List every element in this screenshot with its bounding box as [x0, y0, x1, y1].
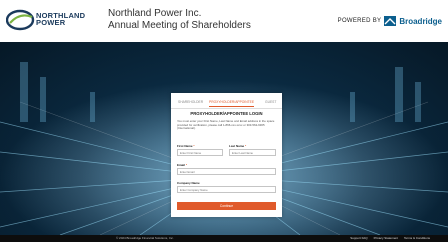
tab-shareholder[interactable]: SHAREHOLDER: [178, 100, 203, 105]
email-label: Email *: [177, 163, 187, 167]
powered-by-label: POWERED BY: [337, 18, 382, 24]
footer-link-privacy[interactable]: Privacy Statement: [374, 235, 398, 242]
required-mark: *: [245, 144, 247, 148]
northland-power-logo: NORTHLAND POWER: [6, 8, 106, 32]
email-input[interactable]: [177, 168, 276, 175]
required-mark: *: [185, 163, 188, 167]
meeting-title-block: Northland Power Inc. Annual Meeting of S…: [108, 8, 251, 32]
last-name-input[interactable]: [229, 149, 276, 156]
powered-by-broadridge: POWERED BY Broadridge: [338, 14, 442, 28]
required-mark: *: [193, 144, 195, 148]
company-name-label: Company Name: [177, 181, 200, 185]
continue-button[interactable]: Continue: [177, 202, 276, 210]
footer-link-support[interactable]: Support FAQ: [350, 235, 367, 242]
login-tabs: SHAREHOLDER PROXYHOLDER/APPOINTEE GUEST: [171, 100, 282, 109]
login-card: SHAREHOLDER PROXYHOLDER/APPOINTEE GUEST …: [171, 93, 282, 217]
logo-line-2: POWER: [36, 18, 66, 27]
company-name-input[interactable]: [177, 186, 276, 193]
first-name-label-text: First Name: [177, 144, 193, 148]
login-title: PROXYHOLDER/APPOINTEE LOGIN: [190, 111, 263, 116]
footer-link-terms[interactable]: Terms & Conditions: [404, 235, 430, 242]
tab-proxyholder[interactable]: PROXYHOLDER/APPOINTEE: [209, 100, 255, 107]
broadridge-icon: [384, 16, 397, 26]
meeting-name: Annual Meeting of Shareholders: [108, 20, 251, 31]
company-name: Northland Power Inc.: [108, 8, 202, 19]
logo-wordmark: NORTHLAND POWER: [36, 12, 85, 27]
footer-links: Support FAQ Privacy Statement Terms & Co…: [350, 235, 430, 242]
email-label-text: Email: [177, 163, 186, 167]
login-description: You must enter your First Name, Last Nam…: [177, 119, 275, 131]
northland-swoosh-icon: [6, 9, 35, 31]
background-image: SHAREHOLDER PROXYHOLDER/APPOINTEE GUEST …: [0, 42, 448, 235]
header: NORTHLAND POWER Northland Power Inc. Ann…: [0, 0, 448, 42]
broadridge-name: Broadridge: [399, 16, 442, 26]
last-name-label-text: Last Name: [229, 144, 245, 148]
copyright: © 2024 Broadridge Financial Solutions, I…: [116, 236, 174, 240]
last-name-label: Last Name *: [229, 144, 246, 148]
first-name-input[interactable]: [177, 149, 223, 156]
tab-guest[interactable]: GUEST: [265, 100, 276, 105]
footer: © 2024 Broadridge Financial Solutions, I…: [0, 235, 448, 242]
first-name-label: First Name *: [177, 144, 195, 148]
